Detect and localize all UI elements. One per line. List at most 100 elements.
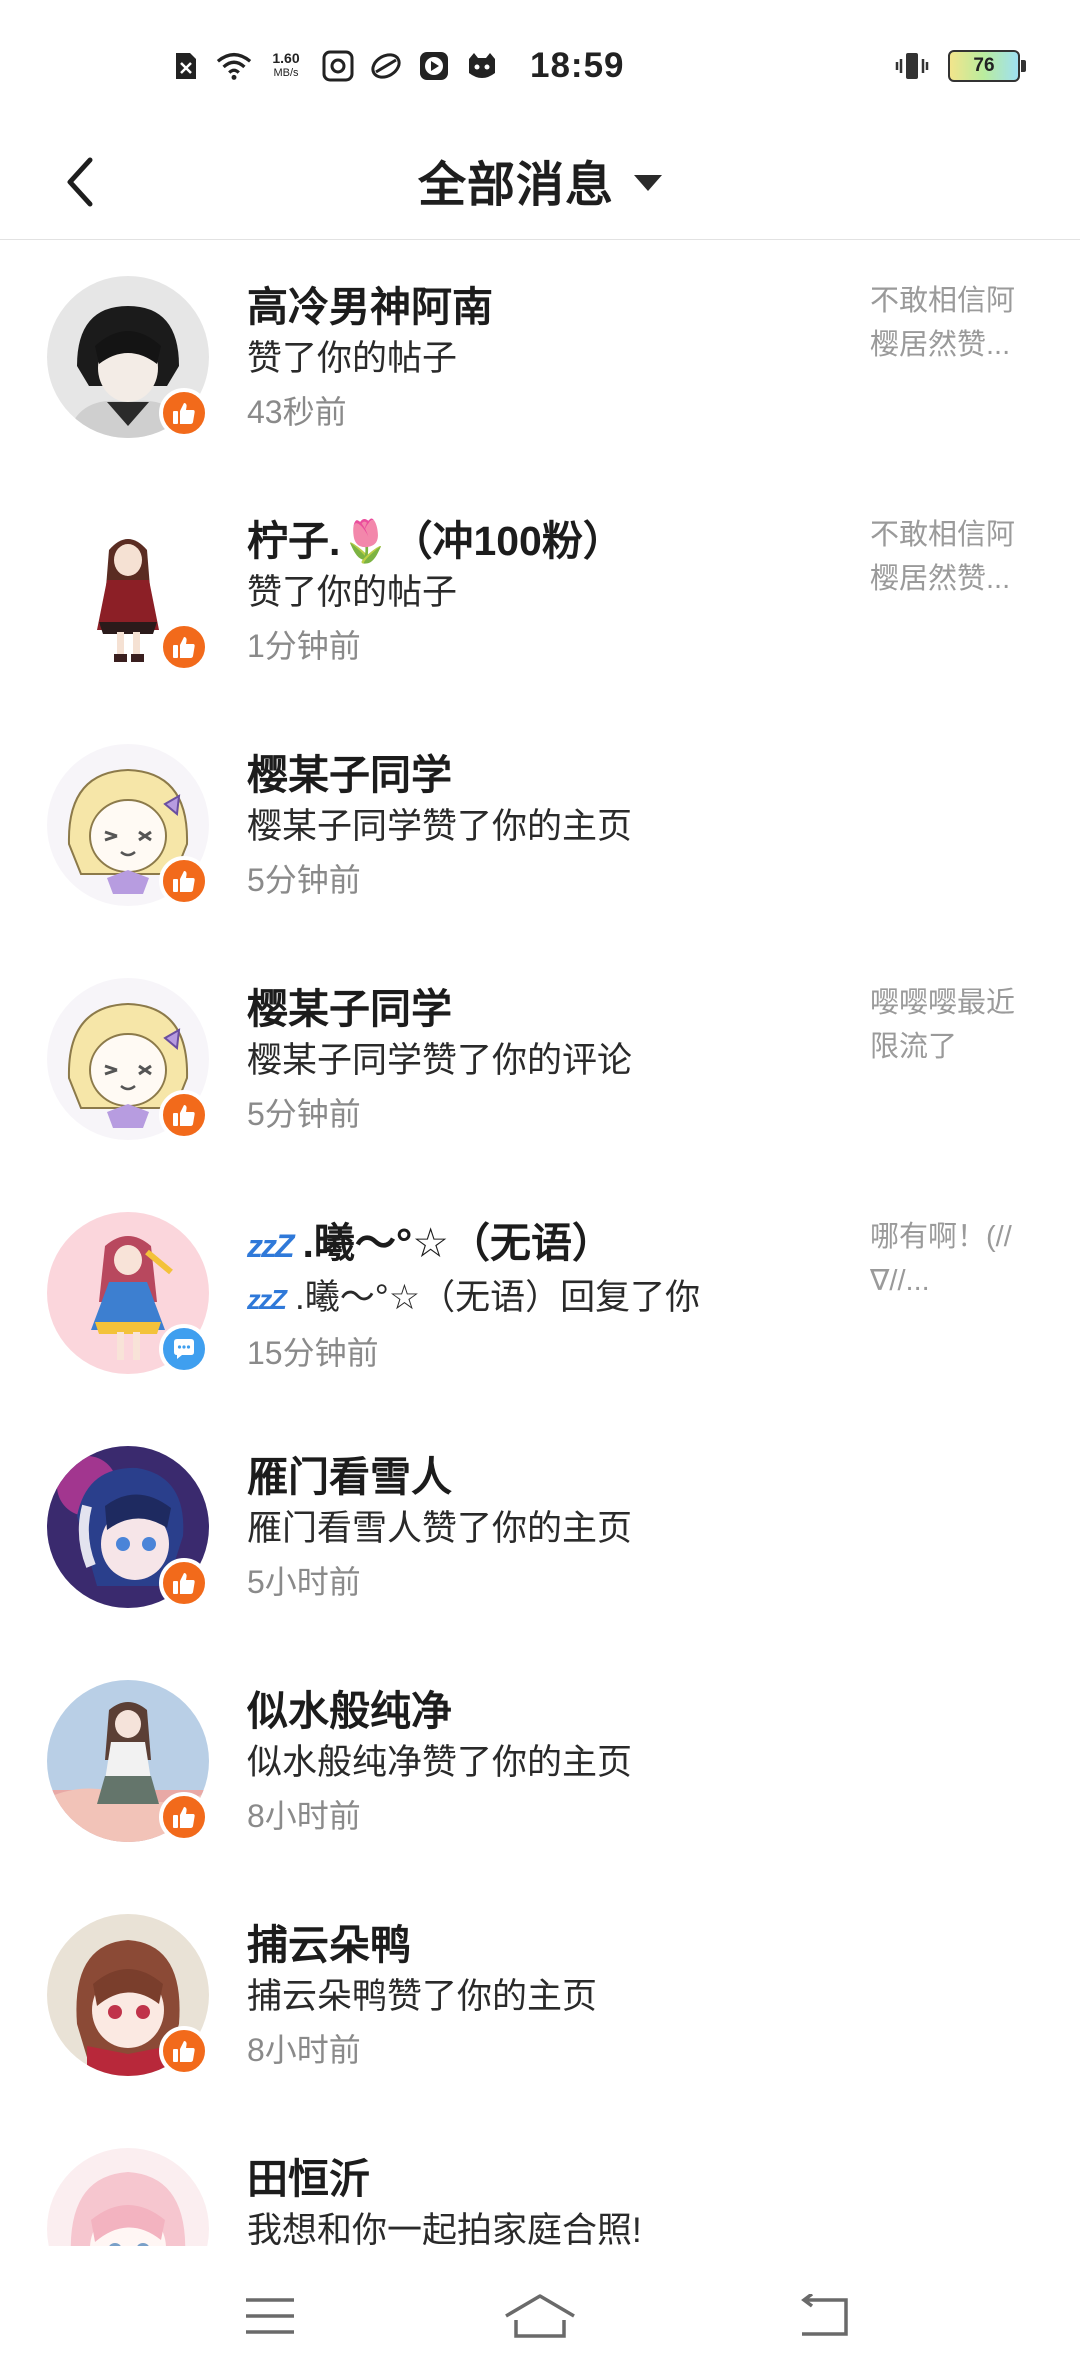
- sender-name[interactable]: 柠子.🌷（冲100粉）: [247, 513, 847, 569]
- top-bar: 全部消息: [0, 130, 1080, 240]
- app-notification-icon: [320, 48, 356, 84]
- message-content: 田恒沂 我想和你一起拍家庭合照!: [247, 2151, 847, 2246]
- nav-back-button[interactable]: [776, 2286, 872, 2346]
- home-icon: [505, 2294, 575, 2338]
- app-notification-icon: [368, 48, 404, 84]
- sender-name[interactable]: 高冷男神阿南: [247, 279, 847, 335]
- message-content: 樱某子同学 樱某子同学赞了你的主页 5分钟前: [247, 747, 847, 907]
- battery-indicator: 76: [948, 50, 1026, 82]
- sleep-emoji: zzZ: [247, 1284, 287, 1315]
- status-bar: 1.60 MB/s 18:59 76: [0, 0, 1080, 130]
- message-time: 8小时前: [247, 1798, 361, 1834]
- thumbs-up-icon: [173, 1105, 195, 1126]
- message-item[interactable]: 樱某子同学 樱某子同学赞了你的主页 5分钟前: [0, 709, 1080, 943]
- message-time: 5分钟前: [247, 1096, 361, 1132]
- message-content: 雁门看雪人 雁门看雪人赞了你的主页 5小时前: [247, 1449, 847, 1609]
- sender-name[interactable]: 捕云朵鸭: [247, 1917, 847, 1973]
- nav-menu-button[interactable]: [222, 2286, 318, 2346]
- message-time: 5小时前: [247, 1564, 361, 1600]
- message-time: 5分钟前: [247, 862, 361, 898]
- message-time: 8小时前: [247, 2032, 361, 2068]
- clock: 18:59: [530, 46, 625, 85]
- message-item[interactable]: 田恒沂 我想和你一起拍家庭合照!: [0, 2113, 1080, 2246]
- message-content: 高冷男神阿南 赞了你的帖子 43秒前: [247, 279, 847, 439]
- message-action: 雁门看雪人赞了你的主页: [247, 1509, 633, 1548]
- cat-app-icon: [464, 48, 500, 84]
- message-item[interactable]: 捕云朵鸭 捕云朵鸭赞了你的主页 8小时前: [0, 1879, 1080, 2113]
- message-time: 43秒前: [247, 394, 347, 430]
- reply-preview[interactable]: 哪有啊！(//∇//...: [870, 1215, 1040, 1303]
- message-action: 樱某子同学赞了你的评论: [247, 1041, 633, 1080]
- avatar[interactable]: [47, 1914, 209, 2076]
- like-badge: [159, 388, 209, 438]
- vibrate-icon: [894, 48, 930, 84]
- sender-name-text: .曦～°☆（无语）: [302, 1220, 614, 1266]
- message-action: 我想和你一起拍家庭合照!: [247, 2211, 642, 2246]
- system-navigation-bar: [0, 2246, 1080, 2376]
- thumbs-up-icon: [173, 637, 195, 658]
- thumbs-up-icon: [173, 1807, 195, 1828]
- post-preview[interactable]: 不敢相信阿樱居然赞...: [870, 513, 1040, 601]
- network-speed-value: 1.60: [272, 50, 300, 66]
- sim-off-icon: [168, 48, 204, 84]
- message-action: 似水般纯净赞了你的主页: [247, 1743, 633, 1782]
- message-content: 樱某子同学 樱某子同学赞了你的评论 5分钟前: [247, 981, 847, 1141]
- avatar[interactable]: [47, 978, 209, 1140]
- menu-icon: [246, 2298, 294, 2334]
- avatar[interactable]: [47, 2148, 209, 2246]
- thumbs-up-icon: [173, 871, 195, 892]
- message-action: 赞了你的帖子: [247, 573, 458, 612]
- caret-down-icon: [634, 175, 662, 191]
- message-content: 捕云朵鸭 捕云朵鸭赞了你的主页 8小时前: [247, 1917, 847, 2077]
- message-filter-dropdown[interactable]: 全部消息: [0, 144, 1080, 216]
- return-icon: [801, 2294, 848, 2336]
- message-item[interactable]: 雁门看雪人 雁门看雪人赞了你的主页 5小时前: [0, 1411, 1080, 1645]
- avatar[interactable]: [47, 744, 209, 906]
- message-content: 似水般纯净 似水般纯净赞了你的主页 8小时前: [247, 1683, 847, 1843]
- avatar[interactable]: [47, 1680, 209, 1842]
- sleep-emoji: zzZ: [247, 1228, 294, 1264]
- message-content: 柠子.🌷（冲100粉） 赞了你的帖子 1分钟前: [247, 513, 847, 673]
- thumbs-up-icon: [173, 2041, 195, 2062]
- message-item[interactable]: 樱某子同学 樱某子同学赞了你的评论 5分钟前 嘤嘤嘤最近限流了: [0, 943, 1080, 1177]
- network-speed-unit: MB/s: [273, 67, 299, 79]
- sender-name[interactable]: 雁门看雪人: [247, 1449, 847, 1505]
- sender-name[interactable]: 樱某子同学: [247, 747, 847, 803]
- message-list[interactable]: 高冷男神阿南 赞了你的帖子 43秒前 不敢相信阿樱居然赞... 柠子.🌷（冲10…: [0, 241, 1080, 2246]
- message-action: 赞了你的帖子: [247, 339, 458, 378]
- status-left: 1.60 MB/s 18:59: [168, 44, 625, 88]
- like-badge: [159, 2026, 209, 2076]
- like-badge: [159, 856, 209, 906]
- message-item[interactable]: 柠子.🌷（冲100粉） 赞了你的帖子 1分钟前 不敢相信阿樱居然赞...: [0, 475, 1080, 709]
- message-action: 捕云朵鸭赞了你的主页: [247, 1977, 598, 2016]
- message-content: zzZ .曦～°☆（无语） zzZ .曦～°☆（无语）回复了你 15分钟前: [247, 1215, 847, 1380]
- avatar[interactable]: [47, 1212, 209, 1374]
- message-time: 15分钟前: [247, 1335, 379, 1371]
- avatar[interactable]: [47, 510, 209, 672]
- comment-preview[interactable]: 嘤嘤嘤最近限流了: [870, 981, 1040, 1069]
- status-right: 76: [894, 46, 1026, 86]
- page-title: 全部消息: [417, 159, 614, 212]
- message-item[interactable]: 似水般纯净 似水般纯净赞了你的主页 8小时前: [0, 1645, 1080, 1879]
- network-speed: 1.60 MB/s: [264, 51, 308, 81]
- sender-name[interactable]: zzZ .曦～°☆（无语）: [247, 1215, 847, 1274]
- thumbs-up-icon: [173, 1573, 195, 1594]
- video-app-icon: [416, 48, 452, 84]
- message-action: zzZ .曦～°☆（无语）回复了你: [247, 1272, 847, 1326]
- message-item[interactable]: 高冷男神阿南 赞了你的帖子 43秒前 不敢相信阿樱居然赞...: [0, 241, 1080, 475]
- message-action: 樱某子同学赞了你的主页: [247, 807, 633, 846]
- avatar[interactable]: [47, 276, 209, 438]
- avatar[interactable]: [47, 1446, 209, 1608]
- message-item[interactable]: zzZ .曦～°☆（无语） zzZ .曦～°☆（无语）回复了你 15分钟前 哪有啊！…: [0, 1177, 1080, 1411]
- reply-badge: [159, 1324, 209, 1374]
- thumbs-up-icon: [173, 403, 195, 424]
- like-badge: [159, 622, 209, 672]
- like-badge: [159, 1558, 209, 1608]
- sender-name[interactable]: 田恒沂: [247, 2151, 847, 2207]
- post-preview[interactable]: 不敢相信阿樱居然赞...: [870, 279, 1040, 367]
- sender-name[interactable]: 樱某子同学: [247, 981, 847, 1037]
- like-badge: [159, 1792, 209, 1842]
- nav-home-button[interactable]: [492, 2286, 588, 2346]
- wifi-icon: [216, 48, 252, 84]
- sender-name[interactable]: 似水般纯净: [247, 1683, 847, 1739]
